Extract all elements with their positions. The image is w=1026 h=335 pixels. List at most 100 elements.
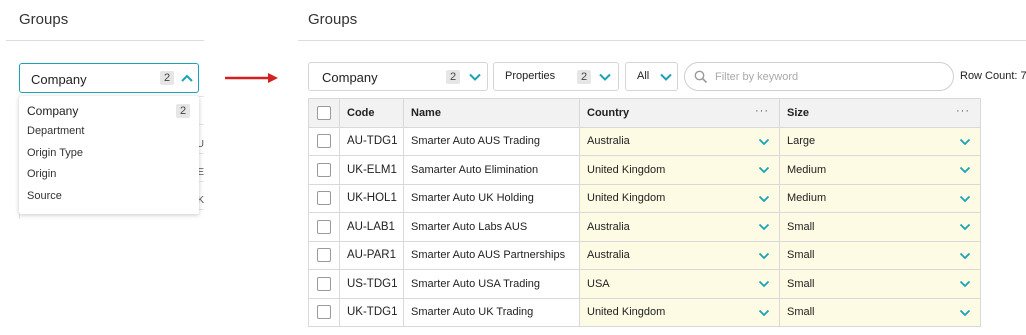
row-select-cell — [308, 126, 340, 156]
chevron-down-icon[interactable] — [758, 250, 770, 262]
more-icon[interactable]: ··· — [956, 105, 970, 117]
name-cell: Smarter Auto AUS Partnerships — [403, 240, 580, 270]
row-select-cell — [308, 183, 340, 213]
code-cell: UK-ELM1 — [339, 155, 404, 185]
groups-table: Code Name Country ··· Size ··· AU-TDG1 Sma… — [308, 98, 981, 327]
more-icon[interactable]: ··· — [755, 105, 769, 117]
size-value: Small — [787, 249, 815, 262]
country-value: Australia — [587, 249, 630, 262]
dropdown-item-origin-type[interactable]: Origin Type — [27, 147, 83, 159]
country-cell[interactable]: United Kingdom — [579, 155, 780, 185]
size-cell[interactable]: Large — [779, 126, 981, 156]
size-value: Medium — [787, 192, 827, 205]
column-header-size-label: Size — [787, 106, 810, 119]
country-cell[interactable]: United Kingdom — [579, 297, 780, 327]
right-groups-title: Groups — [308, 11, 358, 28]
chevron-down-icon[interactable] — [959, 221, 971, 233]
row-select-cell — [308, 297, 340, 327]
name-cell: Samarter Auto Elimination — [403, 155, 580, 185]
chevron-down-icon[interactable] — [959, 136, 971, 148]
country-cell[interactable]: Australia — [579, 212, 780, 242]
properties-select[interactable]: Properties 2 — [493, 62, 619, 91]
row-select-cell — [308, 269, 340, 299]
row-select-cell — [308, 212, 340, 242]
group-select-count: 2 — [446, 70, 461, 84]
search-input[interactable] — [713, 68, 943, 86]
table-header-row: Code Name Country ··· Size ··· — [308, 98, 981, 128]
code-cell: US-TDG1 — [339, 269, 404, 299]
left-group-select-value: Company — [31, 72, 87, 87]
column-header-size[interactable]: Size ··· — [779, 98, 981, 128]
row-checkbox[interactable] — [317, 219, 331, 234]
code-cell: AU-LAB1 — [339, 212, 404, 242]
size-cell[interactable]: Small — [779, 212, 981, 242]
left-group-select[interactable]: Company 2 — [19, 63, 199, 93]
country-cell[interactable]: Australia — [579, 240, 780, 270]
country-value: United Kingdom — [587, 163, 666, 176]
properties-select-count: 2 — [577, 70, 592, 84]
chevron-down-icon[interactable] — [959, 164, 971, 176]
size-value: Medium — [787, 163, 827, 176]
chevron-down-icon[interactable] — [659, 70, 673, 84]
left-group-select-count: 2 — [160, 71, 175, 85]
column-header-country-label: Country — [587, 106, 630, 119]
code-cell: AU-PAR1 — [339, 240, 404, 270]
chevron-down-icon[interactable] — [758, 307, 770, 319]
row-checkbox[interactable] — [317, 248, 331, 263]
chevron-down-icon[interactable] — [758, 136, 770, 148]
group-select-value: Company — [322, 70, 378, 85]
column-header-code[interactable]: Code — [339, 98, 404, 128]
size-cell[interactable]: Small — [779, 269, 981, 299]
chevron-down-icon[interactable] — [959, 307, 971, 319]
column-header-country[interactable]: Country ··· — [579, 98, 780, 128]
chevron-down-icon[interactable] — [758, 278, 770, 290]
chevron-up-icon[interactable] — [180, 71, 194, 85]
table-row: AU-PAR1 Smarter Auto AUS Partnerships Au… — [308, 240, 981, 270]
code-cell: UK-TDG1 — [339, 297, 404, 327]
chevron-down-icon[interactable] — [598, 70, 612, 84]
row-select-cell — [308, 155, 340, 185]
row-checkbox[interactable] — [317, 305, 331, 320]
properties-select-label: Properties — [505, 70, 556, 82]
country-cell[interactable]: Australia — [579, 126, 780, 156]
chevron-down-icon[interactable] — [758, 193, 770, 205]
dropdown-item-source[interactable]: Source — [27, 190, 62, 202]
row-checkbox[interactable] — [317, 162, 331, 177]
country-value: USA — [587, 277, 610, 290]
name-cell: Smarter Auto Labs AUS — [403, 212, 580, 242]
select-all-cell — [308, 98, 340, 128]
code-cell: UK-HOL1 — [339, 183, 404, 213]
group-select[interactable]: Company 2 — [308, 62, 488, 91]
size-cell[interactable]: Medium — [779, 183, 981, 213]
size-cell[interactable]: Medium — [779, 155, 981, 185]
size-cell[interactable]: Small — [779, 297, 981, 327]
chevron-down-icon[interactable] — [758, 164, 770, 176]
search-icon — [694, 70, 708, 84]
chevron-down-icon[interactable] — [959, 193, 971, 205]
code-cell: AU-TDG1 — [339, 126, 404, 156]
dropdown-item-department[interactable]: Department — [27, 125, 84, 137]
row-checkbox[interactable] — [317, 191, 331, 206]
country-cell[interactable]: USA — [579, 269, 780, 299]
row-checkbox[interactable] — [317, 276, 331, 291]
chevron-down-icon[interactable] — [959, 250, 971, 262]
table-row: AU-TDG1 Smarter Auto AUS Trading Austral… — [308, 126, 981, 156]
chevron-down-icon[interactable] — [468, 70, 482, 84]
dropdown-item-company[interactable]: Company — [27, 104, 78, 118]
country-cell[interactable]: United Kingdom — [579, 183, 780, 213]
arrow-right-icon — [225, 73, 278, 83]
table-row: UK-ELM1 Samarter Auto Elimination United… — [308, 155, 981, 185]
keyword-search[interactable] — [684, 62, 954, 91]
filter-select[interactable]: All — [625, 62, 678, 91]
row-checkbox[interactable] — [317, 134, 331, 149]
column-header-name[interactable]: Name — [403, 98, 580, 128]
chevron-down-icon[interactable] — [758, 221, 770, 233]
chevron-down-icon[interactable] — [959, 278, 971, 290]
dropdown-item-origin[interactable]: Origin — [27, 168, 56, 180]
size-cell[interactable]: Small — [779, 240, 981, 270]
row-select-cell — [308, 240, 340, 270]
filter-select-value: All — [637, 70, 650, 82]
dropdown-item-company-count: 2 — [176, 104, 191, 118]
name-cell: Smarter Auto UK Trading — [403, 297, 580, 327]
select-all-checkbox[interactable] — [317, 105, 331, 120]
